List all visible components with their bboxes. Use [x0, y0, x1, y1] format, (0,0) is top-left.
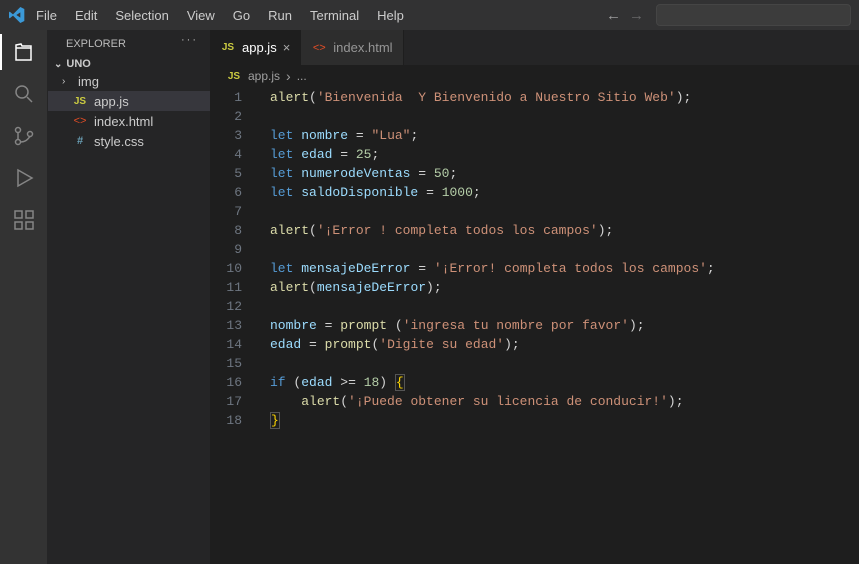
breadcrumb-more: ...: [297, 69, 307, 83]
breadcrumb-file: app.js: [248, 69, 280, 83]
tree-item-style-css[interactable]: #style.css: [48, 131, 210, 151]
explorer-title: EXPLORER: [66, 38, 126, 50]
code-content[interactable]: alert('Bienvenida Y Bienvenido a Nuestro…: [258, 87, 859, 564]
chevron-right-icon: ›: [62, 76, 72, 87]
file-icon: JS: [72, 93, 88, 109]
file-icon: <>: [72, 113, 88, 129]
file-icon: JS: [220, 40, 236, 56]
close-icon[interactable]: ×: [283, 40, 291, 55]
tree-item-app-js[interactable]: JSapp.js: [48, 91, 210, 111]
editor-tabs: JSapp.js×<>index.html: [210, 30, 859, 65]
menu-selection[interactable]: Selection: [107, 8, 176, 23]
editor-area: JSapp.js×<>index.html JS app.js ... 1234…: [210, 30, 859, 564]
file-js-icon: JS: [226, 68, 242, 84]
nav-controls: ← →: [596, 7, 654, 24]
file-icon: <>: [311, 40, 327, 56]
file-icon: #: [72, 133, 88, 149]
menu-run[interactable]: Run: [260, 8, 300, 23]
sidebar: EXPLORER ··· ⌄ UNO ›imgJSapp.js<>index.h…: [48, 30, 210, 564]
tree-item-index-html[interactable]: <>index.html: [48, 111, 210, 131]
run-debug-icon[interactable]: [12, 166, 36, 190]
menu-file[interactable]: File: [28, 8, 65, 23]
activity-bar: [0, 30, 48, 564]
menu-edit[interactable]: Edit: [67, 8, 105, 23]
root-folder[interactable]: ⌄ UNO: [48, 56, 210, 72]
code-editor[interactable]: 123456789101112131415161718 alert('Bienv…: [210, 87, 859, 564]
menu-view[interactable]: View: [179, 8, 223, 23]
menu-terminal[interactable]: Terminal: [302, 8, 367, 23]
line-numbers: 123456789101112131415161718: [210, 87, 258, 564]
command-center-input[interactable]: [656, 4, 851, 26]
vscode-logo-icon: [8, 7, 26, 23]
file-tree: ›imgJSapp.js<>index.html#style.css: [48, 72, 210, 151]
extensions-icon[interactable]: [12, 208, 36, 232]
chevron-right-icon: [286, 68, 291, 84]
menu-bar: File Edit Selection View Go Run Terminal…: [0, 0, 859, 30]
nav-forward-icon[interactable]: →: [629, 7, 644, 24]
menu-go[interactable]: Go: [225, 8, 258, 23]
explorer-icon[interactable]: [12, 40, 36, 64]
search-icon[interactable]: [12, 82, 36, 106]
menu-help[interactable]: Help: [369, 8, 412, 23]
nav-back-icon[interactable]: ←: [606, 7, 621, 24]
source-control-icon[interactable]: [12, 124, 36, 148]
tab-app-js[interactable]: JSapp.js×: [210, 30, 301, 65]
breadcrumb[interactable]: JS app.js ...: [210, 65, 859, 87]
tab-index-html[interactable]: <>index.html: [301, 30, 403, 65]
tree-item-img[interactable]: ›img: [48, 72, 210, 91]
sidebar-more-icon[interactable]: ···: [181, 34, 198, 46]
